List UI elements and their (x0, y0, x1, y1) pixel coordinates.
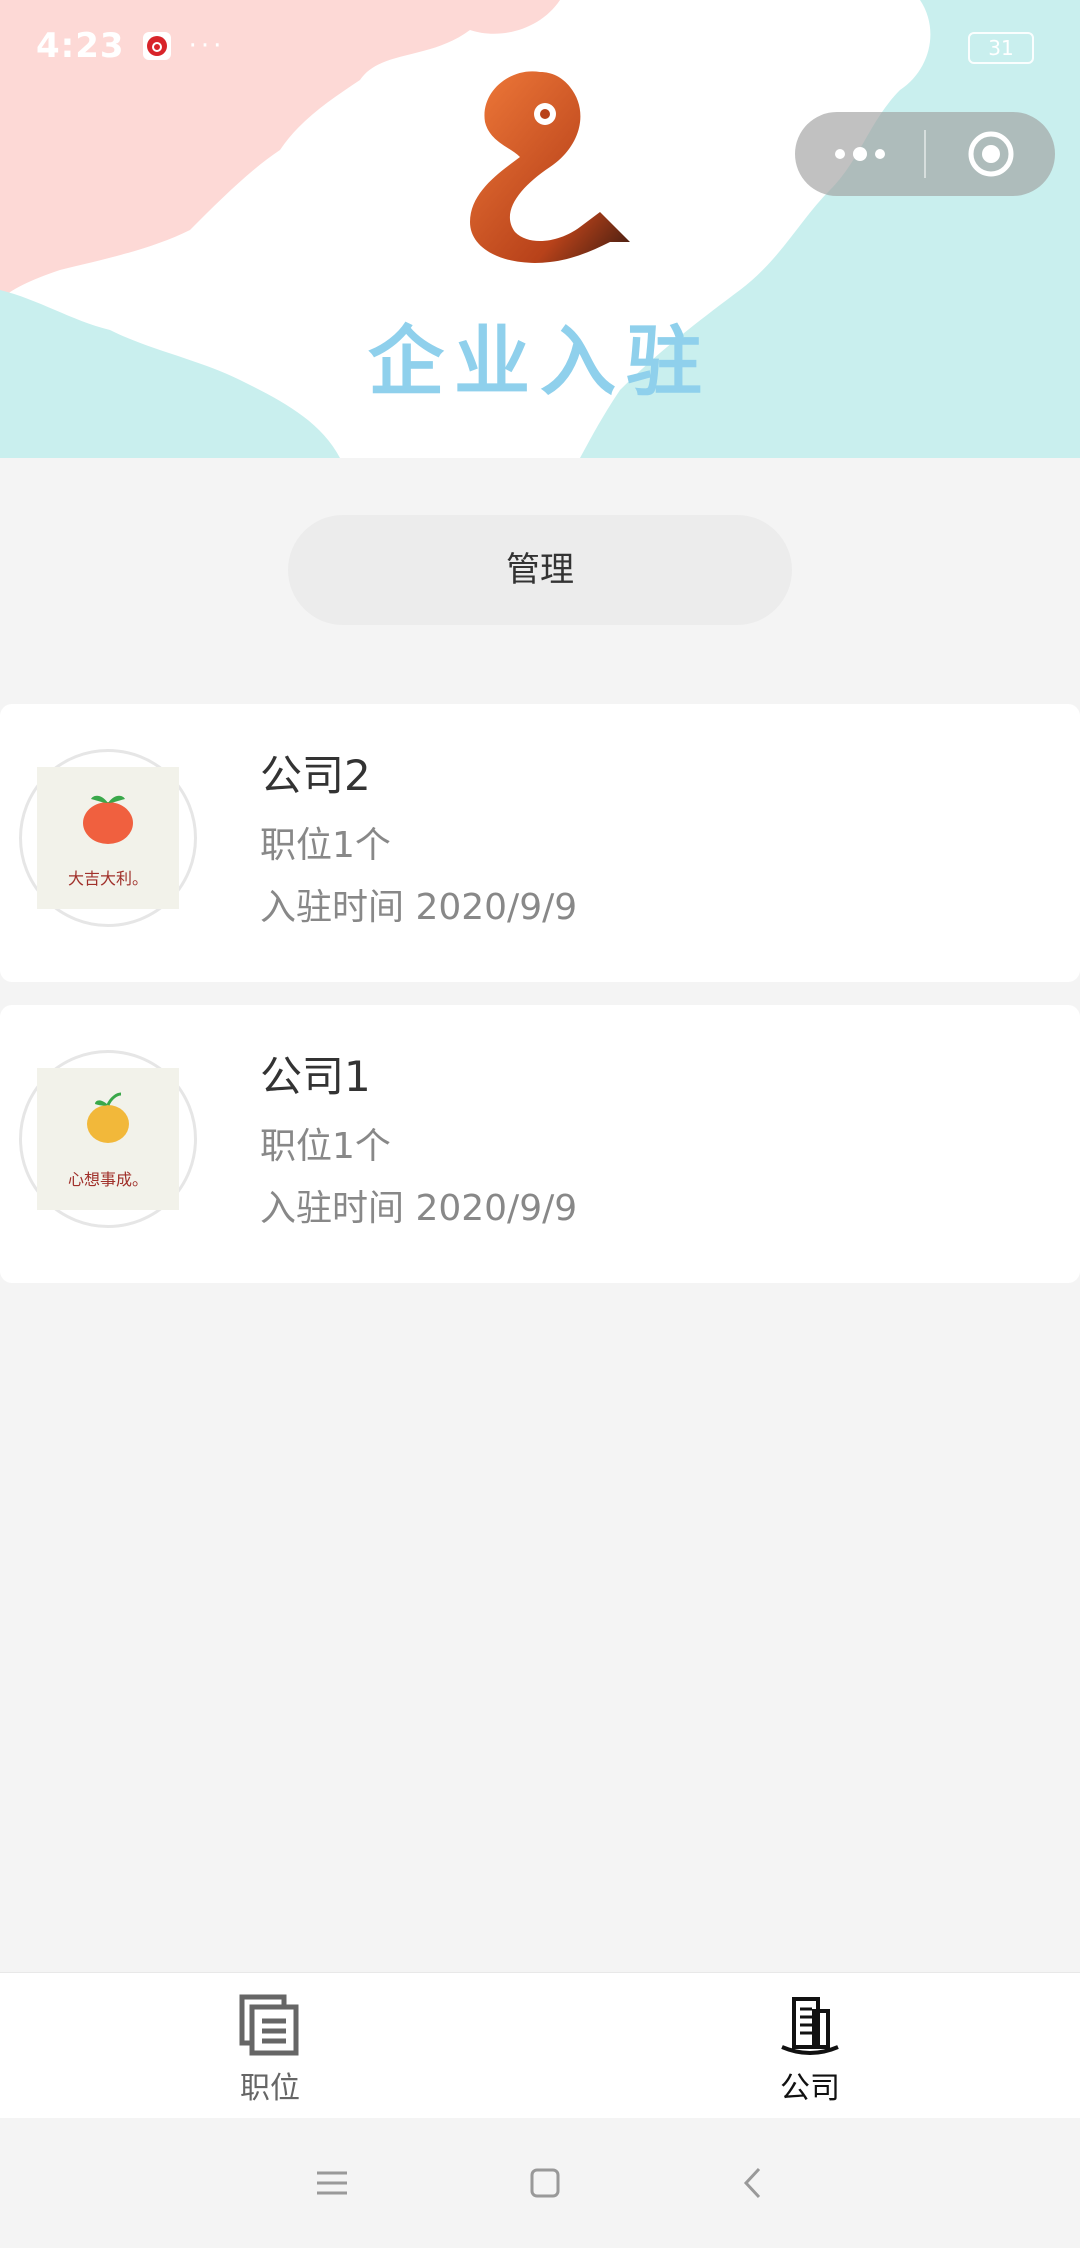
building-icon (781, 1997, 839, 2055)
company-join-date: 入驻时间 2020/9/9 (260, 887, 578, 928)
company-name: 公司2 (260, 751, 371, 800)
tab-companies-label: 公司 (780, 2071, 840, 2106)
banner-title: 企业入驻 (368, 317, 712, 406)
home-square-icon[interactable] (529, 2167, 561, 2199)
netease-music-icon (142, 32, 171, 60)
company-logo-image: 大吉大利。 (37, 767, 179, 909)
status-bar: 4:23 ··· (36, 26, 225, 66)
back-chevron-icon[interactable] (741, 2166, 765, 2200)
tab-jobs-label: 职位 (240, 2071, 300, 2106)
logo-caption: 心想事成。 (67, 1170, 148, 1189)
company-job-count: 职位1个 (260, 1126, 391, 1167)
header-banner: 4:23 ··· 31 企业入驻 (0, 0, 1080, 458)
menu-lines-icon[interactable] (315, 2170, 349, 2196)
target-circle-icon[interactable] (926, 112, 1055, 196)
tab-companies[interactable]: 公司 (540, 1973, 1080, 2119)
miniprogram-capsule (795, 112, 1055, 196)
company-logo: 心想事成。 (19, 1050, 197, 1228)
company-join-date: 入驻时间 2020/9/9 (260, 1188, 578, 1229)
battery-indicator: 31 (968, 32, 1034, 64)
brand-logo-icon (470, 71, 630, 263)
manage-button[interactable]: 管理 (288, 515, 792, 625)
tangerine-icon (83, 795, 133, 844)
company-name: 公司1 (260, 1052, 371, 1101)
bottom-tab-bar: 职位 公司 (0, 1972, 1080, 2119)
company-logo-image: 心想事成。 (37, 1068, 179, 1210)
document-list-icon (239, 1994, 299, 2056)
company-card[interactable]: 心想事成。 公司1 职位1个 入驻时间 2020/9/9 (0, 1005, 1080, 1283)
company-job-count: 职位1个 (260, 825, 391, 866)
clock-time: 4:23 (36, 26, 125, 66)
tab-jobs[interactable]: 职位 (0, 1973, 540, 2119)
company-logo: 大吉大利。 (19, 749, 197, 927)
status-more-dots: ··· (188, 31, 226, 61)
logo-caption: 大吉大利。 (67, 869, 148, 888)
company-card[interactable]: 大吉大利。 公司2 职位1个 入驻时间 2020/9/9 (0, 704, 1080, 982)
orange-fruit-icon (87, 1092, 129, 1143)
more-dots-icon[interactable] (795, 112, 924, 196)
system-navigation-bar (0, 2118, 1080, 2248)
